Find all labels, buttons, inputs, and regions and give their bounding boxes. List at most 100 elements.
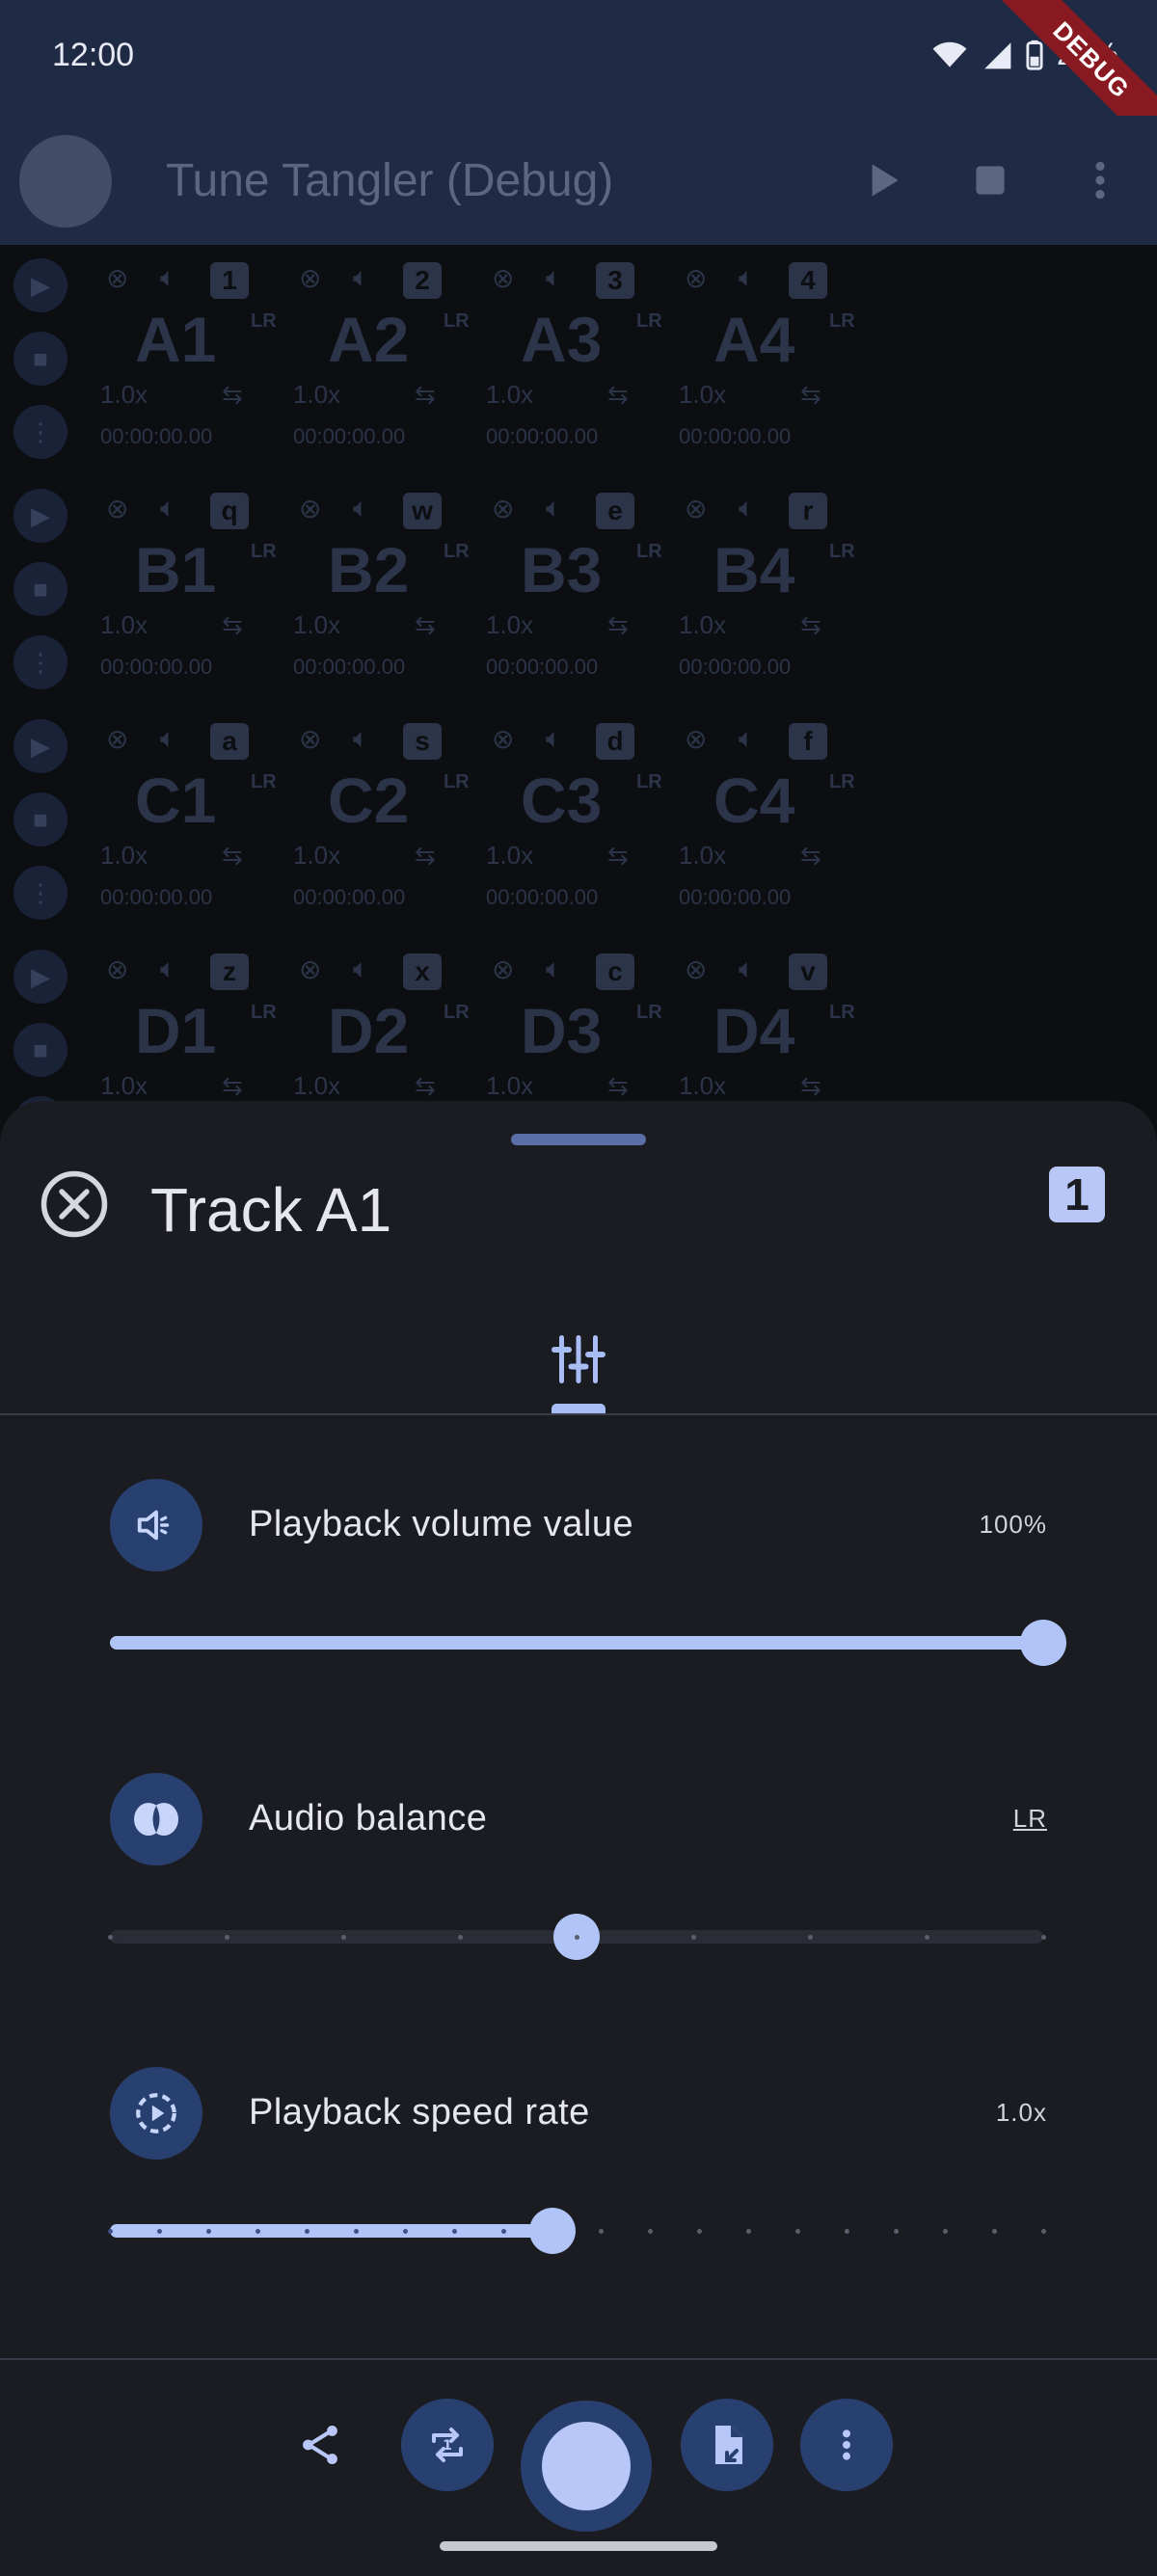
- repeat-icon: ⇆: [607, 1071, 629, 1100]
- record-button[interactable]: [521, 2401, 652, 2532]
- drag-handle[interactable]: [511, 1134, 646, 1145]
- play-all-icon[interactable]: [858, 156, 906, 204]
- clear-icon[interactable]: ⊗: [492, 953, 514, 985]
- pad-a4[interactable]: ⊗ 🔈︎ 4 A4 LR 1.0x ⇆ 00:00:00.00: [675, 245, 858, 467]
- repeat-icon: ⇆: [415, 841, 436, 870]
- pad-speed: 1.0x: [100, 841, 148, 870]
- pad-header: ⊗ 🔈︎ x: [289, 953, 472, 992]
- row-more-button[interactable]: ⋮: [13, 405, 67, 459]
- speed-step-dot: [205, 2229, 211, 2234]
- pad-key: c: [596, 953, 634, 990]
- clear-icon[interactable]: ⊗: [299, 262, 321, 294]
- volume-icon: 🔈︎: [353, 262, 369, 292]
- volume-icon: 🔈︎: [739, 493, 755, 523]
- volume-icon: 🔈︎: [739, 723, 755, 753]
- balance-step-dot: [575, 1935, 579, 1940]
- pad-speed: 1.0x: [679, 380, 727, 409]
- clear-icon[interactable]: ⊗: [685, 723, 707, 755]
- volume-icon: 🔈︎: [739, 953, 755, 983]
- gesture-nav-bar[interactable]: [440, 2541, 717, 2551]
- volume-icon: 🔈︎: [546, 953, 562, 983]
- clear-icon[interactable]: ⊗: [492, 723, 514, 755]
- app-logo: [19, 135, 112, 228]
- row-more-button[interactable]: ⋮: [13, 635, 67, 689]
- pad-time: 00:00:00.00: [100, 655, 213, 679]
- track-key-badge: 1: [1049, 1167, 1105, 1222]
- volume-value: 100%: [979, 1510, 1047, 1539]
- clear-icon[interactable]: ⊗: [685, 953, 707, 985]
- pad-speed: 1.0x: [293, 1071, 341, 1100]
- clear-icon[interactable]: ⊗: [106, 723, 128, 755]
- row-controls: ▶ ■ ⋮: [13, 489, 69, 709]
- open-file-button[interactable]: [681, 2399, 773, 2491]
- more-options-button[interactable]: [800, 2399, 893, 2491]
- equalizer-tab-icon[interactable]: [550, 1330, 607, 1388]
- pad-b4[interactable]: ⊗ 🔈︎ r B4 LR 1.0x ⇆ 00:00:00.00: [675, 475, 858, 697]
- balance-slider[interactable]: [108, 1914, 1046, 1960]
- more-menu-icon[interactable]: [1076, 156, 1124, 204]
- track-settings-sheet: Track A1 1 Playback volume value 100% Au…: [0, 1101, 1157, 2574]
- clear-icon[interactable]: ⊗: [299, 953, 321, 985]
- repeat-icon: ⇆: [222, 380, 243, 409]
- pad-b2[interactable]: ⊗ 🔈︎ w B2 LR 1.0x ⇆ 00:00:00.00: [289, 475, 472, 697]
- pad-a3[interactable]: ⊗ 🔈︎ 3 A3 LR 1.0x ⇆ 00:00:00.00: [482, 245, 665, 467]
- row-stop-button[interactable]: ■: [13, 332, 67, 386]
- pad-b3[interactable]: ⊗ 🔈︎ e B3 LR 1.0x ⇆ 00:00:00.00: [482, 475, 665, 697]
- volume-slider-thumb[interactable]: [1020, 1620, 1066, 1666]
- pad-name: C2: [328, 765, 410, 836]
- repeat-icon: ⇆: [800, 610, 821, 639]
- pad-speed: 1.0x: [486, 841, 534, 870]
- row-play-button[interactable]: ▶: [13, 489, 67, 543]
- row-more-button[interactable]: ⋮: [13, 866, 67, 920]
- clear-icon[interactable]: ⊗: [299, 493, 321, 524]
- volume-icon: 🔈︎: [546, 262, 562, 292]
- speed-slider-thumb[interactable]: [528, 2208, 576, 2254]
- row-play-button[interactable]: ▶: [13, 258, 67, 312]
- row-stop-button[interactable]: ■: [13, 562, 67, 616]
- speed-slider[interactable]: [108, 2208, 1046, 2254]
- pad-c2[interactable]: ⊗ 🔈︎ s C2 LR 1.0x ⇆ 00:00:00.00: [289, 706, 472, 927]
- pad-header: ⊗ 🔈︎ e: [482, 493, 665, 531]
- pad-name: B3: [521, 534, 603, 605]
- repeat-icon: ⇆: [415, 610, 436, 639]
- pad-a1[interactable]: ⊗ 🔈︎ 1 A1 LR 1.0x ⇆ 00:00:00.00: [96, 245, 280, 467]
- repeat-icon: ⇆: [800, 1071, 821, 1100]
- stop-all-icon[interactable]: [966, 156, 1014, 204]
- pad-b1[interactable]: ⊗ 🔈︎ q B1 LR 1.0x ⇆ 00:00:00.00: [96, 475, 280, 697]
- pad-c4[interactable]: ⊗ 🔈︎ f C4 LR 1.0x ⇆ 00:00:00.00: [675, 706, 858, 927]
- repeat-icon: ⇆: [222, 610, 243, 639]
- pad-speed: 1.0x: [100, 610, 148, 639]
- row-stop-button[interactable]: ■: [13, 1023, 67, 1077]
- speed-step-dot: [304, 2229, 309, 2234]
- clear-icon[interactable]: ⊗: [685, 493, 707, 524]
- balance-step-dot: [458, 1935, 463, 1940]
- share-button[interactable]: [282, 2406, 359, 2483]
- row-play-button[interactable]: ▶: [13, 950, 67, 1004]
- clear-icon[interactable]: ⊗: [106, 262, 128, 294]
- volume-icon: 🔈︎: [160, 493, 176, 523]
- clear-icon[interactable]: ⊗: [106, 953, 128, 985]
- balance-step-dot: [925, 1935, 929, 1940]
- clear-icon[interactable]: ⊗: [492, 493, 514, 524]
- clear-icon[interactable]: ⊗: [299, 723, 321, 755]
- clear-icon[interactable]: ⊗: [106, 493, 128, 524]
- row-controls: ▶ ■ ⋮: [13, 719, 69, 939]
- sheet-title: Track A1: [150, 1175, 392, 1245]
- close-icon[interactable]: [39, 1168, 110, 1240]
- volume-slider[interactable]: [110, 1620, 1066, 1666]
- pad-c3[interactable]: ⊗ 🔈︎ d C3 LR 1.0x ⇆ 00:00:00.00: [482, 706, 665, 927]
- pad-balance: LR: [251, 541, 277, 562]
- repeat-icon: ⇆: [800, 380, 821, 409]
- pad-name: C3: [521, 765, 603, 836]
- clear-icon[interactable]: ⊗: [685, 262, 707, 294]
- pad-grid: ▶ ■ ⋮ ⊗ 🔈︎ 1 A1 LR 1.0x ⇆ 00:00:00.00 ⊗ 🔈︎ 2 A2 LR 1.0x ⇆…: [0, 245, 1157, 1150]
- repeat-one-button[interactable]: 1: [401, 2399, 494, 2491]
- pad-name: A2: [328, 304, 410, 375]
- row-stop-button[interactable]: ■: [13, 792, 67, 846]
- pad-c1[interactable]: ⊗ 🔈︎ a C1 LR 1.0x ⇆ 00:00:00.00: [96, 706, 280, 927]
- clear-icon[interactable]: ⊗: [492, 262, 514, 294]
- pad-speed: 1.0x: [293, 610, 341, 639]
- row-play-button[interactable]: ▶: [13, 719, 67, 773]
- pad-a2[interactable]: ⊗ 🔈︎ 2 A2 LR 1.0x ⇆ 00:00:00.00: [289, 245, 472, 467]
- pad-balance: LR: [444, 541, 470, 562]
